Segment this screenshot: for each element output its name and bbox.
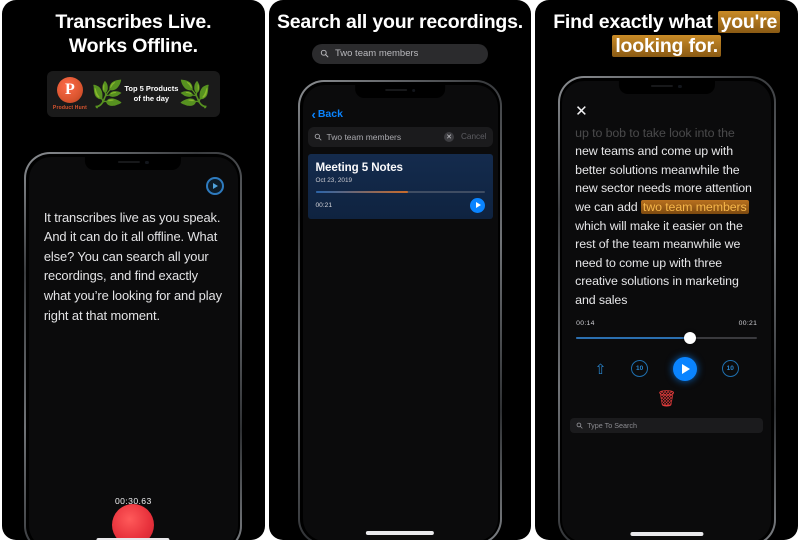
chevron-left-icon: ‹ (311, 106, 316, 122)
play-icon[interactable] (469, 197, 485, 213)
award-line-2: of the day (133, 93, 170, 103)
phone-2-screen: ‹ Back Two team members ✕ Cancel Meeting… (302, 84, 498, 540)
headline-pre: Find exactly what (553, 11, 718, 33)
search-icon (314, 133, 321, 140)
recording-date: Oct 23, 2019 (315, 176, 353, 184)
transcript-search-placeholder: Type To Search (587, 420, 637, 430)
rewind-10-icon[interactable]: 10 (631, 360, 649, 378)
front-camera-icon (145, 160, 149, 164)
panel-search: Search all your recordings. Two team mem… (268, 0, 532, 540)
recording-title: Meeting 5 Notes (315, 160, 404, 174)
transcript-after-match: which will make it easier on the rest of… (575, 218, 743, 307)
cancel-button[interactable]: Cancel (459, 132, 487, 141)
award-line-1: Top 5 Products (124, 84, 179, 94)
hero-search-field[interactable]: Two team members (312, 43, 488, 64)
slider-progress (576, 336, 691, 339)
back-button[interactable]: ‹ Back (303, 101, 498, 127)
phone-1-toolbar (29, 172, 238, 195)
product-hunt-logo-icon: P (56, 76, 83, 103)
panel-3-headline: Find exactly what you're looking for. (535, 0, 798, 59)
live-transcript-text: It transcribes live as you speak. And it… (43, 209, 222, 323)
playback-slider[interactable] (576, 331, 758, 344)
product-hunt-badge[interactable]: P Product Hunt 🌿 Top 5 Products of the d… (46, 70, 220, 117)
award-laurels: 🌿 Top 5 Products of the day 🌿 (90, 78, 212, 109)
recording-progress-fill (315, 190, 409, 193)
clear-search-icon[interactable]: ✕ (444, 131, 454, 142)
close-icon[interactable]: ✕ (562, 96, 771, 121)
recording-progress-bar[interactable] (315, 190, 485, 193)
screenshot-gallery: Transcribes Live. Works Offline. P Produ… (0, 0, 800, 540)
play-circle-icon[interactable] (205, 176, 224, 195)
phone-notch (355, 84, 445, 98)
hero-search-value: Two team members (335, 48, 419, 60)
earpiece-speaker-icon (118, 160, 141, 163)
panel-find: Find exactly what you're looking for. ✕ … (535, 0, 799, 540)
playback-times: 00:14 00:21 (562, 310, 771, 327)
laurel-wreath-icon: 🌿 (90, 78, 124, 109)
phone-1-bezel: It transcribes live as you speak. And it… (26, 154, 241, 540)
search-bar[interactable]: Two team members ✕ Cancel (307, 126, 493, 147)
transcript-text: up to bob to take look into the new teams… (562, 121, 771, 310)
product-hunt-badge-wrap: P Product Hunt 🌿 Top 5 Products of the d… (2, 70, 265, 117)
phone-notch (618, 80, 715, 94)
record-button[interactable] (112, 503, 155, 540)
hero-search-wrap: Two team members (269, 43, 532, 64)
laurel-wreath-icon-right: 🌿 (179, 78, 212, 109)
front-camera-icon (411, 88, 416, 92)
product-hunt-logo: P Product Hunt (52, 76, 87, 111)
share-icon[interactable]: ⇧ (595, 362, 607, 376)
recording-result-card[interactable]: Meeting 5 Notes Oct 23, 2019 00:21 (307, 153, 493, 219)
panel-1-headline: Transcribes Live. Works Offline. (2, 0, 265, 59)
delete-row: 🗑 (562, 381, 771, 408)
headline-line-2: Works Offline. (68, 34, 198, 57)
product-hunt-name: Product Hunt (52, 104, 87, 111)
phone-notch (85, 156, 182, 170)
recording-card-footer: 00:21 (315, 197, 485, 213)
phone-2-bezel: ‹ Back Two team members ✕ Cancel Meeting… (300, 82, 500, 540)
home-indicator (630, 532, 704, 536)
transcript-search-match: two team members (640, 199, 749, 214)
search-input-value: Two team members (326, 131, 402, 142)
slider-handle[interactable] (684, 331, 697, 344)
phone-device-1: It transcribes live as you speak. And it… (24, 152, 243, 540)
earpiece-speaker-icon (384, 88, 407, 91)
play-icon[interactable] (672, 356, 697, 381)
headline-highlight-1: you're (717, 11, 781, 33)
phone-3-screen: ✕ up to bob to take look into the new tea… (562, 80, 772, 540)
search-icon (320, 50, 329, 58)
headline-highlight-2: looking for. (612, 34, 722, 57)
playback-controls: ⇧ 10 10 (562, 344, 771, 381)
time-total: 00:21 (738, 319, 758, 327)
forward-10-icon[interactable]: 10 (721, 360, 739, 378)
phone-1-screen: It transcribes live as you speak. And it… (28, 156, 238, 540)
time-current: 00:14 (576, 319, 595, 327)
headline-line-1: Search all your recordings. (276, 11, 524, 33)
search-icon (576, 422, 583, 429)
home-indicator (365, 531, 435, 535)
phone-3-bezel: ✕ up to bob to take look into the new tea… (559, 78, 774, 540)
award-text: Top 5 Products of the day (124, 84, 178, 103)
panel-2-headline: Search all your recordings. (269, 0, 532, 35)
phone-device-2: ‹ Back Two team members ✕ Cancel Meeting… (298, 80, 502, 540)
headline-line-1: Transcribes Live. (55, 11, 212, 33)
phone-device-3: ✕ up to bob to take look into the new tea… (557, 76, 776, 540)
recording-duration: 00:21 (315, 201, 333, 209)
transcript-faded-line: up to bob to take look into the (575, 125, 735, 140)
trash-icon[interactable]: 🗑 (657, 391, 677, 408)
earpiece-speaker-icon (651, 84, 674, 87)
transcript-search-bar[interactable]: Type To Search (570, 417, 764, 433)
front-camera-icon (678, 84, 682, 88)
panel-transcribe: Transcribes Live. Works Offline. P Produ… (2, 0, 265, 540)
back-button-label: Back (317, 108, 343, 120)
